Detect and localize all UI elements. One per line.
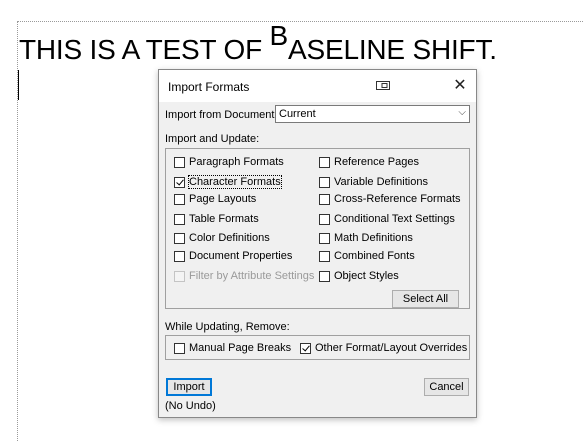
checkbox-label: Conditional Text Settings: [334, 213, 455, 225]
checkbox-box[interactable]: [319, 156, 330, 168]
checkbox-page-layouts[interactable]: Page Layouts: [174, 193, 256, 205]
checkbox-math-definitions[interactable]: Math Definitions: [319, 232, 413, 244]
dialog-titlebar[interactable]: Import Formats ✕: [159, 70, 476, 102]
import-from-label: Import from Document:: [165, 109, 278, 121]
import-from-select[interactable]: Current ⌵: [275, 105, 470, 123]
checkbox-document-properties[interactable]: Document Properties: [174, 250, 292, 262]
import-update-label: Import and Update:: [165, 133, 260, 145]
pin-window-icon[interactable]: [376, 81, 390, 90]
checkbox-label: Variable Definitions: [334, 176, 428, 188]
checkbox-box[interactable]: [319, 232, 330, 244]
checkbox-box: [174, 270, 185, 282]
checkbox-label: Object Styles: [334, 270, 399, 282]
checkbox-label: Character Formats: [188, 175, 282, 189]
checkbox-reference-pages[interactable]: Reference Pages: [319, 156, 419, 168]
checkbox-label: Document Properties: [189, 250, 293, 262]
checkbox-variable-definitions[interactable]: Variable Definitions: [319, 176, 428, 188]
checkbox-manual-page-breaks[interactable]: Manual Page Breaks: [174, 342, 291, 354]
checkbox-box[interactable]: [300, 342, 311, 354]
checkbox-table-formats[interactable]: Table Formats: [174, 213, 259, 225]
checkbox-color-definitions[interactable]: Color Definitions: [174, 232, 270, 244]
checkbox-box[interactable]: [174, 250, 185, 262]
checkbox-box[interactable]: [174, 176, 185, 188]
checkbox-label: Paragraph Formats: [189, 156, 284, 168]
document-text-line[interactable]: THIS IS A TEST OF BASELINE SHIFT.: [19, 20, 497, 67]
dialog-title: Import Formats: [168, 80, 250, 94]
close-icon[interactable]: ✕: [449, 76, 471, 96]
checkbox-combined-fonts[interactable]: Combined Fonts: [319, 250, 415, 262]
checkbox-label: Filter by Attribute Settings: [189, 270, 315, 282]
checkbox-box[interactable]: [319, 250, 330, 262]
import-formats-dialog: Import Formats ✕ Import from Document: C…: [158, 69, 477, 418]
document-text-baseline-shifted: B: [269, 20, 289, 51]
document-text-normal-end: ASELINE SHIFT.: [288, 34, 497, 65]
checkbox-box[interactable]: [174, 342, 185, 354]
checkbox-box[interactable]: [319, 176, 330, 188]
checkbox-label: Math Definitions: [334, 232, 413, 244]
checkbox-label: Table Formats: [189, 213, 259, 225]
checkbox-box[interactable]: [174, 213, 185, 225]
chevron-down-icon: ⌵: [458, 107, 466, 118]
checkbox-box[interactable]: [174, 193, 185, 205]
document-text-normal: THIS IS A TEST OF: [19, 34, 270, 65]
checkbox-box[interactable]: [174, 156, 185, 168]
checkbox-label: Color Definitions: [189, 232, 270, 244]
checkbox-box[interactable]: [319, 270, 330, 282]
select-all-button[interactable]: Select All: [392, 290, 459, 308]
checkbox-box[interactable]: [319, 213, 330, 225]
import-from-value: Current: [279, 108, 316, 120]
text-caret: [18, 70, 19, 100]
checkbox-box[interactable]: [174, 232, 185, 244]
checkbox-label: Cross-Reference Formats: [334, 193, 461, 205]
checkbox-box[interactable]: [319, 193, 330, 205]
checkbox-label: Combined Fonts: [334, 250, 415, 262]
checkbox-paragraph-formats[interactable]: Paragraph Formats: [174, 156, 284, 168]
checkbox-other-format-layout-overrides[interactable]: Other Format/Layout Overrides: [300, 342, 467, 354]
cancel-button[interactable]: Cancel: [424, 378, 469, 396]
remove-options-group: Manual Page Breaks Other Format/Layout O…: [165, 335, 470, 360]
checkbox-label: Page Layouts: [189, 193, 257, 205]
checkbox-filter-by-attribute-settings: Filter by Attribute Settings: [174, 270, 314, 282]
checkbox-character-formats[interactable]: Character Formats: [174, 175, 282, 189]
checkbox-object-styles[interactable]: Object Styles: [319, 270, 399, 282]
no-undo-label: (No Undo): [165, 400, 216, 412]
checkbox-label: Other Format/Layout Overrides: [315, 342, 468, 354]
import-update-group: Paragraph Formats Character Formats Page…: [165, 148, 470, 309]
checkbox-label: Manual Page Breaks: [189, 342, 292, 354]
checkbox-label: Reference Pages: [334, 156, 419, 168]
while-updating-label: While Updating, Remove:: [165, 321, 290, 333]
import-button[interactable]: Import: [166, 378, 212, 396]
checkbox-cross-reference-formats[interactable]: Cross-Reference Formats: [319, 193, 461, 205]
checkbox-conditional-text-settings[interactable]: Conditional Text Settings: [319, 213, 455, 225]
